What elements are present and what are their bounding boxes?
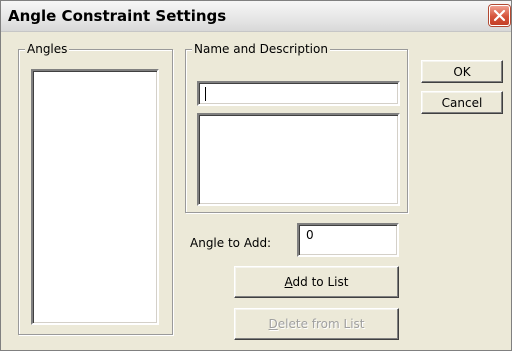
- ok-button[interactable]: OK: [421, 60, 503, 83]
- name-description-groupbox: Name and Description: [185, 42, 408, 213]
- delete-from-list-button-label: Delete from List: [268, 317, 365, 331]
- add-to-list-button[interactable]: Add to List: [234, 266, 399, 298]
- title-bar[interactable]: Angle Constraint Settings: [1, 1, 511, 32]
- close-button[interactable]: [489, 5, 510, 26]
- dialog-window: Angle Constraint Settings Angles Name an…: [0, 0, 512, 351]
- close-icon: [493, 9, 506, 22]
- name-description-group-label: Name and Description: [192, 42, 330, 56]
- angle-to-add-label: Angle to Add:: [190, 236, 272, 250]
- window-title: Angle Constraint Settings: [8, 7, 227, 25]
- description-input[interactable]: [197, 113, 400, 206]
- cancel-button[interactable]: Cancel: [421, 91, 503, 114]
- angle-to-add-value: 0: [306, 228, 314, 242]
- name-input[interactable]: [197, 81, 400, 106]
- ok-button-label: OK: [453, 64, 471, 79]
- angles-list[interactable]: [31, 69, 159, 325]
- cancel-button-label: Cancel: [441, 95, 483, 110]
- angles-groupbox: Angles: [18, 42, 173, 335]
- angle-to-add-input[interactable]: 0: [297, 223, 399, 257]
- text-caret: [205, 87, 206, 101]
- angles-group-label: Angles: [25, 42, 70, 56]
- delete-from-list-button[interactable]: Delete from List: [234, 308, 399, 340]
- add-to-list-button-label: Add to List: [284, 275, 349, 289]
